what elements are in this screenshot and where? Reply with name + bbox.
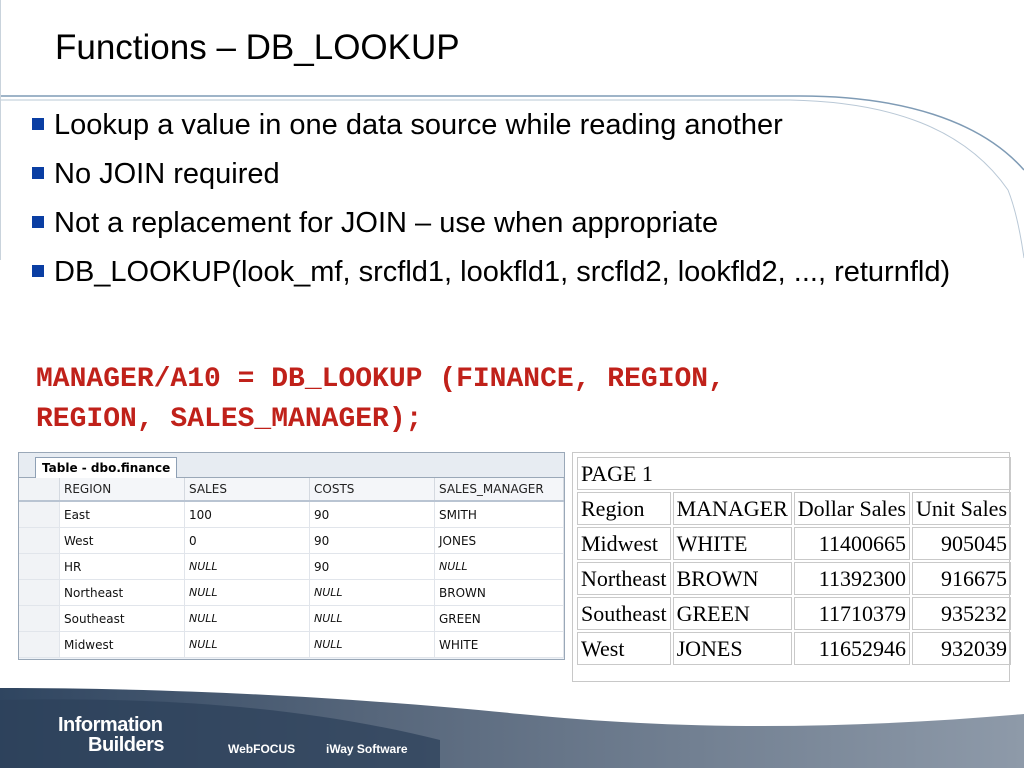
report-cell: Midwest [577, 527, 671, 560]
table-cell-null[interactable]: NULL [184, 631, 310, 658]
table-cell[interactable]: Midwest [59, 631, 185, 658]
column-header-costs[interactable]: COSTS [309, 478, 435, 502]
report-output: PAGE 1 Region MANAGER Dollar Sales Unit … [572, 452, 1013, 682]
table-cell-null[interactable]: NULL [309, 631, 435, 658]
report-header-row: Region MANAGER Dollar Sales Unit Sales [577, 492, 1012, 525]
report-cell: WHITE [672, 527, 792, 560]
report-table: PAGE 1 Region MANAGER Dollar Sales Unit … [575, 455, 1013, 667]
report-page-row: PAGE 1 [577, 457, 1012, 490]
report-cell: 935232 [911, 597, 1012, 630]
table-cell-null[interactable]: NULL [184, 579, 310, 606]
bullet-text: No JOIN required [54, 158, 280, 190]
footer-link-iway-software: iWay Software [326, 742, 408, 756]
table-cell[interactable]: WHITE [434, 631, 564, 658]
report-cell: BROWN [672, 562, 792, 595]
row-selector[interactable] [19, 605, 60, 632]
table-cell-null[interactable]: NULL [184, 553, 310, 580]
table-cell[interactable]: Northeast [59, 579, 185, 606]
table-cell[interactable]: 0 [184, 527, 310, 554]
footer-link-webfocus: WebFOCUS [228, 742, 296, 756]
row-selector[interactable] [19, 631, 60, 658]
table-cell[interactable]: 100 [184, 501, 310, 528]
report-cell: 11652946 [793, 632, 910, 665]
table-cell[interactable]: BROWN [434, 579, 564, 606]
table-cell[interactable]: East [59, 501, 185, 528]
table-cell-null[interactable]: NULL [309, 579, 435, 606]
table-row[interactable]: East 100 90 SMITH [19, 501, 564, 528]
table-cell[interactable]: 90 [309, 527, 435, 554]
bullet-text: Lookup a value in one data source while … [54, 109, 783, 141]
table-row[interactable]: Southeast NULL NULL GREEN [19, 605, 564, 632]
report-column-header: Region [577, 492, 671, 525]
table-cell[interactable]: GREEN [434, 605, 564, 632]
bullet-item: DB_LOOKUP(look_mf, srcfld1, lookfld1, sr… [30, 255, 990, 289]
column-header-region[interactable]: REGION [59, 478, 185, 502]
table-cell-null[interactable]: NULL [434, 553, 564, 580]
report-cell: 11400665 [793, 527, 910, 560]
table-row[interactable]: Midwest NULL NULL WHITE [19, 631, 564, 658]
report-cell: Northeast [577, 562, 671, 595]
column-header-sales[interactable]: SALES [184, 478, 310, 502]
table-row[interactable]: West 0 90 JONES [19, 527, 564, 554]
tab-table-finance[interactable]: Table - dbo.finance [35, 457, 178, 478]
code-example: MANAGER/A10 = DB_LOOKUP (FINANCE, REGION… [36, 364, 725, 435]
report-row: Northeast BROWN 11392300 916675 [577, 562, 1012, 595]
row-selector[interactable] [19, 553, 60, 580]
logo-line-2: Builders [88, 734, 165, 756]
information-builders-logo: Information Builders [58, 714, 165, 756]
report-row: Southeast GREEN 11710379 935232 [577, 597, 1012, 630]
row-header-corner[interactable] [19, 478, 60, 502]
report-column-header: MANAGER [672, 492, 792, 525]
report-cell: 916675 [911, 562, 1012, 595]
report-cell: 11392300 [793, 562, 910, 595]
report-cell: Southeast [577, 597, 671, 630]
table-cell-null[interactable]: NULL [309, 605, 435, 632]
bullet-item: Not a replacement for JOIN – use when ap… [30, 206, 990, 240]
table-cell[interactable]: Southeast [59, 605, 185, 632]
report-cell: GREEN [672, 597, 792, 630]
report-cell: JONES [672, 632, 792, 665]
report-column-header: Unit Sales [911, 492, 1012, 525]
square-bullet-icon [32, 265, 44, 277]
report-cell: 905045 [911, 527, 1012, 560]
report-row: Midwest WHITE 11400665 905045 [577, 527, 1012, 560]
square-bullet-icon [32, 216, 44, 228]
report-cell: 932039 [911, 632, 1012, 665]
column-header-sales-manager[interactable]: SALES_MANAGER [434, 478, 564, 502]
bullet-text: DB_LOOKUP(look_mf, srcfld1, lookfld1, sr… [54, 256, 951, 288]
square-bullet-icon [32, 118, 44, 130]
sql-table-grid: Table - dbo.finance REGION SALES COSTS S… [18, 452, 565, 660]
slide: Functions – DB_LOOKUP Lookup a value in … [0, 0, 1024, 768]
table-row[interactable]: HR NULL 90 NULL [19, 553, 564, 580]
bullet-item: Lookup a value in one data source while … [30, 108, 990, 142]
report-page-label: PAGE 1 [577, 457, 1012, 490]
table-cell[interactable]: JONES [434, 527, 564, 554]
table-row[interactable]: Northeast NULL NULL BROWN [19, 579, 564, 606]
bullet-text: Not a replacement for JOIN – use when ap… [54, 207, 719, 239]
slide-title: Functions – DB_LOOKUP [55, 28, 460, 67]
table-cell-null[interactable]: NULL [184, 605, 310, 632]
bullet-list: Lookup a value in one data source while … [30, 108, 990, 304]
table-cell[interactable]: SMITH [434, 501, 564, 528]
square-bullet-icon [32, 167, 44, 179]
table-cell[interactable]: West [59, 527, 185, 554]
table-cell[interactable]: 90 [309, 501, 435, 528]
report-cell: West [577, 632, 671, 665]
report-column-header: Dollar Sales [793, 492, 910, 525]
grid-table: REGION SALES COSTS SALES_MANAGER East 10… [19, 478, 564, 658]
table-cell[interactable]: 90 [309, 553, 435, 580]
logo-line-1: Information [58, 714, 163, 736]
bullet-item: No JOIN required [30, 157, 990, 191]
row-selector[interactable] [19, 501, 60, 528]
grid-tab-bar: Table - dbo.finance [19, 453, 564, 478]
report-row: West JONES 11652946 932039 [577, 632, 1012, 665]
row-selector[interactable] [19, 579, 60, 606]
table-cell[interactable]: HR [59, 553, 185, 580]
report-cell: 11710379 [793, 597, 910, 630]
row-selector[interactable] [19, 527, 60, 554]
